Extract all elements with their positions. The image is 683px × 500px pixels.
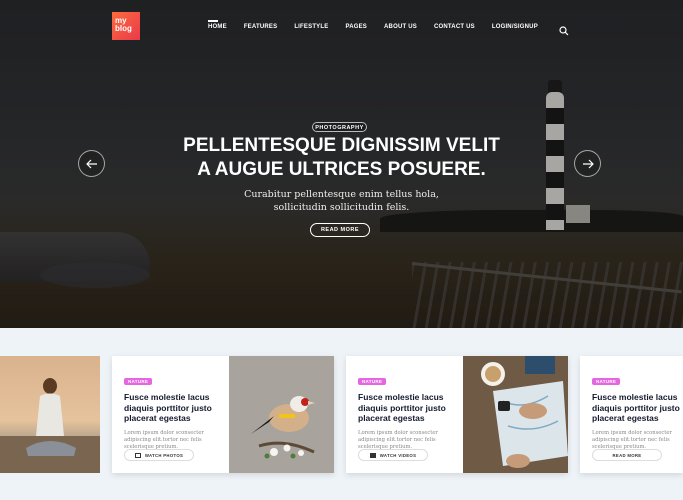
watch-photos-label: WATCH PHOTOS xyxy=(144,452,184,458)
hero-category-badge[interactable]: PHOTOGRAPHY xyxy=(312,122,367,132)
photo-icon xyxy=(134,452,141,458)
nav-item-pages[interactable]: PAGES xyxy=(345,24,367,30)
post-card[interactable]: NATURE Fusce molestie lacus diaquis port… xyxy=(580,356,683,473)
nav-item-features[interactable]: FEATURES xyxy=(244,24,278,30)
nav-item-contact-us[interactable]: CONTACT US xyxy=(434,24,475,30)
watch-photos-button[interactable]: WATCH PHOTOS xyxy=(124,449,194,461)
post-tag[interactable]: NATURE xyxy=(124,378,153,385)
logo-line2: blog xyxy=(115,24,132,33)
search-icon[interactable] xyxy=(559,23,569,36)
post-excerpt: Lorem ipsum dolor sconsecter adipiscing … xyxy=(358,429,438,450)
slider-prev-button[interactable] xyxy=(78,150,105,177)
read-more-button[interactable]: READ MORE xyxy=(592,449,662,461)
hero-subtitle: Curabitur pellentesque enim tellus hola,… xyxy=(210,188,473,214)
site-logo[interactable]: my blog xyxy=(112,12,140,40)
watch-videos-button[interactable]: WATCH VIDEOS xyxy=(358,449,428,461)
hero-read-more-button[interactable]: READ MORE xyxy=(310,223,370,237)
hero-subtitle-line2: sollicitudin sollicitudin felis. xyxy=(273,202,410,213)
hero-title-line1: PELLENTESQUE DIGNISSIM VELIT xyxy=(183,135,500,156)
post-title[interactable]: Fusce molestie lacus diaquis porttitor j… xyxy=(358,392,458,424)
hero-title: PELLENTESQUE DIGNISSIM VELIT A AUGUE ULT… xyxy=(150,134,533,182)
post-card-text: NATURE Fusce molestie lacus diaquis port… xyxy=(358,370,458,451)
arrow-right-icon xyxy=(582,159,594,168)
nav-item-lifestyle[interactable]: LIFESTYLE xyxy=(294,24,328,30)
card-partial-left[interactable] xyxy=(0,356,100,473)
meditation-image xyxy=(0,356,100,473)
post-title[interactable]: Fusce molestie lacus diaquis porttitor j… xyxy=(124,392,224,424)
post-card[interactable]: NATURE Fusce molestie lacus diaquis port… xyxy=(112,356,334,473)
arrow-left-icon xyxy=(85,159,97,168)
post-card[interactable]: NATURE Fusce molestie lacus diaquis port… xyxy=(346,356,568,473)
post-tag[interactable]: NATURE xyxy=(592,378,621,385)
post-excerpt: Lorem ipsum dolor sconsecter adipiscing … xyxy=(592,429,672,450)
main-nav: HOME FEATURES LIFESTYLE PAGES ABOUT US C… xyxy=(208,20,555,30)
goldfinch-image xyxy=(229,356,334,473)
hero-subtitle-line1: Curabitur pellentesque enim tellus hola, xyxy=(244,189,439,200)
nav-item-home[interactable]: HOME xyxy=(208,20,227,30)
post-excerpt: Lorem ipsum dolor sconsecter adipiscing … xyxy=(124,429,204,450)
video-icon xyxy=(369,452,376,458)
post-title[interactable]: Fusce molestie lacus diaquis porttitor j… xyxy=(592,392,683,424)
post-card-text: NATURE Fusce molestie lacus diaquis port… xyxy=(592,370,683,451)
watch-videos-label: WATCH VIDEOS xyxy=(379,452,417,458)
slider-next-button[interactable] xyxy=(574,150,601,177)
read-more-label: READ MORE xyxy=(612,452,642,458)
nav-item-about-us[interactable]: ABOUT US xyxy=(384,24,417,30)
travel-map-image xyxy=(463,356,568,473)
post-tag[interactable]: NATURE xyxy=(358,378,387,385)
post-card-text: NATURE Fusce molestie lacus diaquis port… xyxy=(124,370,224,451)
hero-title-line2: A AUGUE ULTRICES POSUERE. xyxy=(197,159,486,180)
nav-item-login-signup[interactable]: LOGIN/SIGNUP xyxy=(492,24,538,30)
